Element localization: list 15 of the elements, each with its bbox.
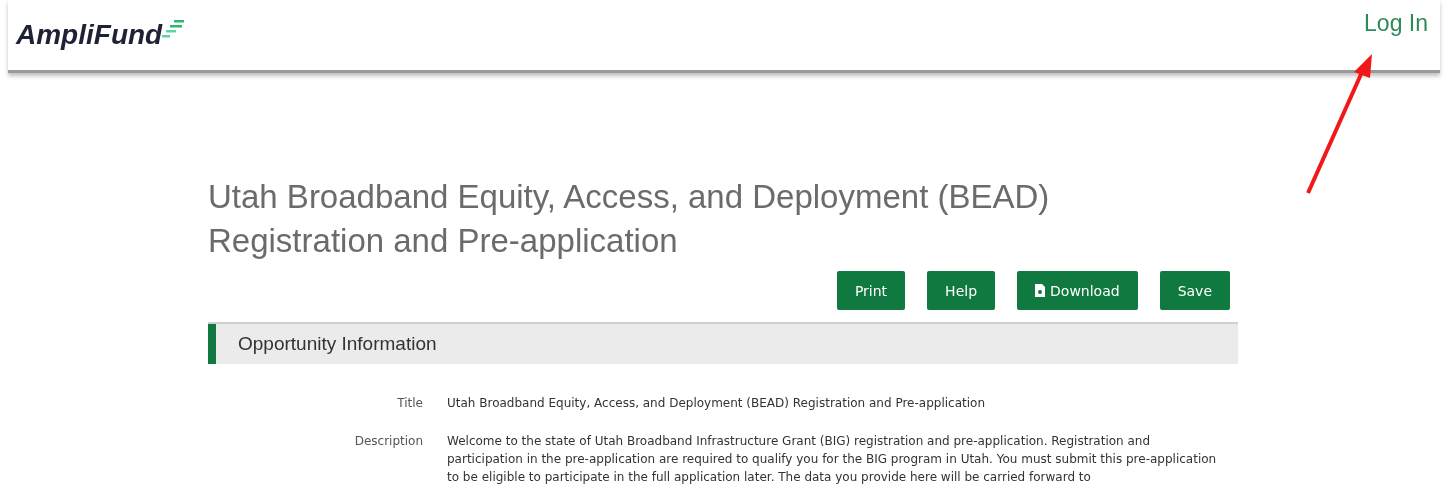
action-button[interactable]: Print: [836, 271, 906, 310]
page-title: Utah Broadband Equity, Access, and Deployment (BEAD) Registration and Pre-application: [208, 177, 1051, 261]
action-button[interactable]: Save: [1159, 271, 1230, 310]
field-label: Title: [396, 395, 423, 412]
action-button[interactable]: Help: [927, 271, 996, 310]
login-link[interactable]: Log In: [1364, 10, 1428, 37]
logo-text: AmpliFund: [16, 18, 163, 52]
logo-mark-icon: [162, 20, 187, 38]
accent-bar: [208, 324, 216, 364]
file-icon: [1035, 284, 1046, 297]
section-heading: Opportunity Information: [238, 333, 437, 355]
field-value: Welcome to the state of Utah Broadband Infrastructure Grant (BIG) registration and pre-application. Registration and participation in the pre-application are required to qualify you for the BIG program in Utah. You must submit this pre-application to be eligible to participate in the full application later. The data you provide here will be carried forward to: [447, 433, 1218, 486]
download-button[interactable]: Download: [1017, 271, 1138, 310]
field-label: Description: [353, 433, 423, 450]
field-value: Utah Broadband Equity, Access, and Deployment (BEAD) Registration and Pre-application: [447, 395, 986, 412]
